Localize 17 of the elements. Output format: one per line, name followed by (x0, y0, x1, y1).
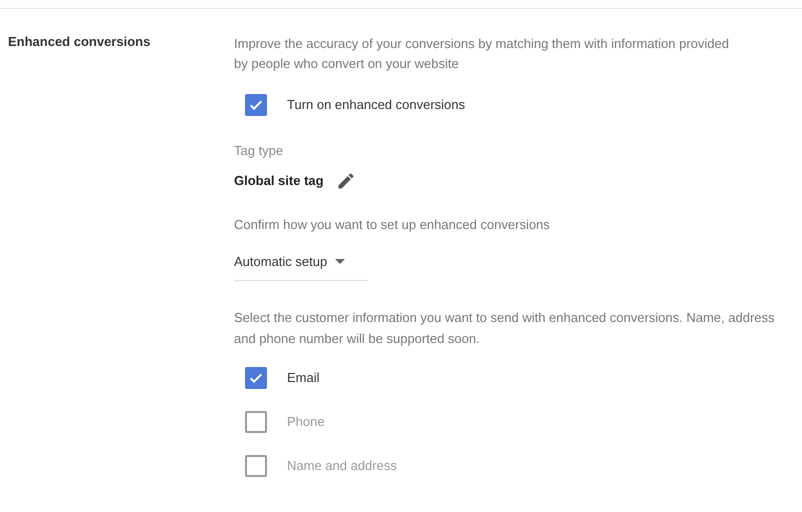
checkbox-label: Email (287, 368, 320, 387)
field-label: Tag type (234, 142, 284, 160)
checkbox[interactable] (245, 94, 267, 116)
setup-dropdown[interactable]: Automatic setup (234, 252, 368, 280)
checkbox[interactable] (245, 410, 267, 432)
checkbox[interactable] (245, 454, 267, 476)
field-value: Global site tag (234, 172, 324, 190)
section-description: Improve the accuracy of your conversions by matching them with information provided by people who convert on your website (234, 35, 730, 73)
checkbox-label: Phone (287, 412, 325, 431)
section-title: Enhanced conversions (7, 33, 152, 51)
setup-prompt: Confirm how you want to set up enhanced conversions (234, 216, 551, 234)
checkbox-label: Turn on enhanced conversions (287, 96, 466, 114)
pencil-icon[interactable] (336, 170, 356, 190)
checkbox-label: Name and address (287, 456, 397, 475)
checkbox[interactable] (245, 366, 267, 388)
info-prompt: Select the customer information you want to send with enhanced conversions. Name, address and phone number will be supported soon. (234, 308, 776, 348)
caret-icon (335, 258, 346, 265)
